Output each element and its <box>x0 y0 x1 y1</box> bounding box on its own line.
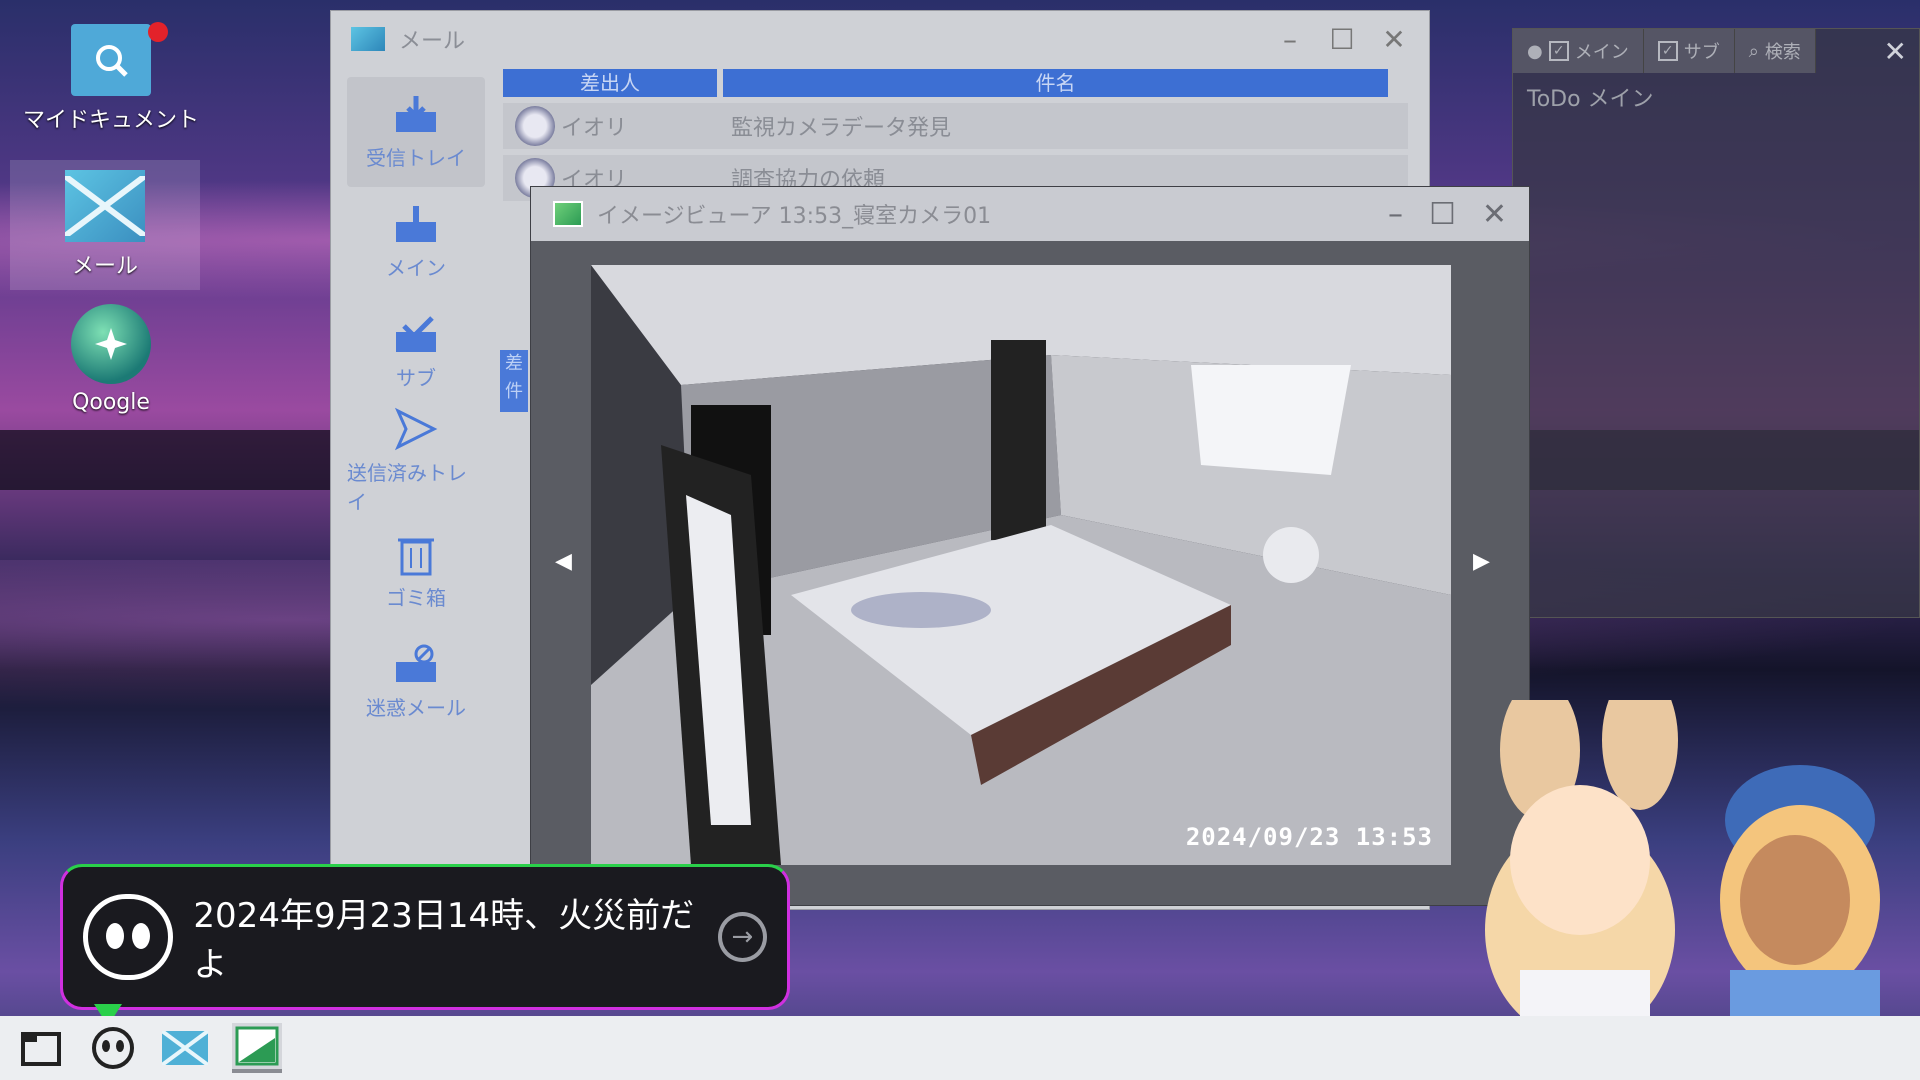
mail-list-header: 差出人 件名 <box>503 69 1408 97</box>
image-viewer-window: イメージビューア 13:53_寝室カメラ01 – ☐ ✕ ◀ 2024/09/2… <box>530 186 1530 906</box>
todo-tab-search[interactable]: ⌕ 検索 <box>1734 29 1816 73</box>
next-image-arrow-icon[interactable]: ▶ <box>1473 549 1490 574</box>
folder-main[interactable]: メイン <box>347 187 485 297</box>
send-icon <box>394 407 438 451</box>
files-icon[interactable] <box>16 1023 66 1073</box>
notification-badge <box>148 22 168 42</box>
maximize-icon[interactable]: ☐ <box>1327 23 1357 56</box>
assistant-icon[interactable] <box>88 1023 138 1073</box>
column-header-sender[interactable]: 差出人 <box>503 69 717 97</box>
sub-tray-icon <box>394 314 438 354</box>
mail-list: 差出人 件名 イオリ 監視カメラデータ発見 イオリ 調査協力の依頼 <box>503 69 1408 201</box>
folder-trash[interactable]: ゴミ箱 <box>347 517 485 627</box>
mail-app-icon <box>351 27 385 51</box>
checkbox-icon: ✓ <box>1548 41 1569 61</box>
folder-label: ゴミ箱 <box>386 585 446 610</box>
spam-icon <box>394 644 438 684</box>
mail-subject: 監視カメラデータ発見 <box>731 116 952 141</box>
assistant-notification: 2024年9月23日14時、火災前だよ → <box>60 864 790 1010</box>
folder-label: 迷惑メール <box>366 695 466 720</box>
inbox-icon <box>394 94 438 134</box>
camera-timestamp: 2024/09/23 13:53 <box>1185 823 1433 851</box>
browser-icon <box>71 304 151 384</box>
checkbox-icon: ✓ <box>1657 41 1678 61</box>
todo-title: ToDo メイン <box>1527 87 1654 112</box>
minimize-icon[interactable]: – <box>1275 23 1305 56</box>
camera-image: 2024/09/23 13:53 <box>591 265 1451 865</box>
mail-titlebar[interactable]: メール – ☐ ✕ <box>331 11 1429 67</box>
column-header-subject[interactable]: 件名 <box>723 69 1388 97</box>
mail-icon <box>65 170 145 242</box>
bedroom-scene-illustration <box>591 265 1451 865</box>
todo-tab-sub[interactable]: ✓ サブ <box>1643 29 1735 73</box>
maximize-icon[interactable]: ☐ <box>1429 197 1456 232</box>
main-tray-icon <box>394 204 438 244</box>
avatar <box>515 106 555 146</box>
mail-detail-tab[interactable]: 差件 <box>500 350 528 412</box>
desktop-icon-label: メール <box>71 254 138 279</box>
todo-tab-main[interactable]: ● ✓ メイン <box>1513 29 1644 73</box>
search-icon: ⌕ <box>1748 40 1759 62</box>
streamer-avatars-illustration <box>1485 700 1880 1016</box>
folder-inbox[interactable]: 受信トレイ <box>347 77 485 187</box>
notification-message: 2024年9月23日14時、火災前だよ <box>193 896 695 985</box>
taskbar <box>0 1016 1920 1080</box>
mail-folder-sidebar: 受信トレイ メイン サブ 送信済みトレイ ゴミ箱 迷惑メール <box>347 77 485 737</box>
mail-window-title: メール <box>399 29 466 54</box>
tab-label: サブ <box>1683 42 1720 63</box>
bullet-icon: ● <box>1527 40 1543 62</box>
folder-spam[interactable]: 迷惑メール <box>347 627 485 737</box>
next-message-button[interactable]: → <box>717 912 767 962</box>
tab-label: 検索 <box>1764 42 1801 63</box>
assistant-face-icon <box>83 894 174 980</box>
folder-sent[interactable]: 送信済みトレイ <box>347 407 485 517</box>
folder-label: サブ <box>396 365 436 390</box>
desktop-icon-label: マイドキュメント <box>22 108 199 133</box>
desktop-icon-label: Qoogle <box>72 390 150 415</box>
tab-label: メイン <box>1574 42 1629 63</box>
previous-image-arrow-icon[interactable]: ◀ <box>555 549 572 574</box>
minimize-icon[interactable]: – <box>1388 197 1403 232</box>
image-viewer-icon[interactable] <box>232 1023 282 1073</box>
viewer-titlebar[interactable]: イメージビューア 13:53_寝室カメラ01 – ☐ ✕ <box>531 187 1529 241</box>
folder-label: メイン <box>386 255 446 280</box>
close-icon[interactable]: ✕ <box>1482 197 1507 232</box>
trash-icon <box>394 534 438 575</box>
search-folder-icon <box>71 24 151 96</box>
desktop-icon-my-documents[interactable]: マイドキュメント <box>16 24 206 134</box>
desktop-icon-qoogle[interactable]: Qoogle <box>16 304 206 415</box>
todo-panel: ● ✓ メイン ✓ サブ ⌕ 検索 ✕ ToDo メイン <box>1512 28 1920 618</box>
image-viewer-icon <box>553 201 583 227</box>
close-icon[interactable]: ✕ <box>1884 35 1919 68</box>
close-icon[interactable]: ✕ <box>1379 23 1409 56</box>
folder-label: 送信済みトレイ <box>347 461 467 514</box>
mail-sender: イオリ <box>561 116 628 141</box>
desktop-icon-mail[interactable]: メール <box>10 160 200 290</box>
todo-tabs: ● ✓ メイン ✓ サブ ⌕ 検索 ✕ <box>1513 29 1919 73</box>
viewer-title: イメージビューア 13:53_寝室カメラ01 <box>597 204 992 229</box>
mail-icon[interactable] <box>160 1023 210 1073</box>
folder-label: 受信トレイ <box>366 145 466 170</box>
folder-sub[interactable]: サブ <box>347 297 485 407</box>
mail-row[interactable]: イオリ 監視カメラデータ発見 <box>503 103 1408 149</box>
